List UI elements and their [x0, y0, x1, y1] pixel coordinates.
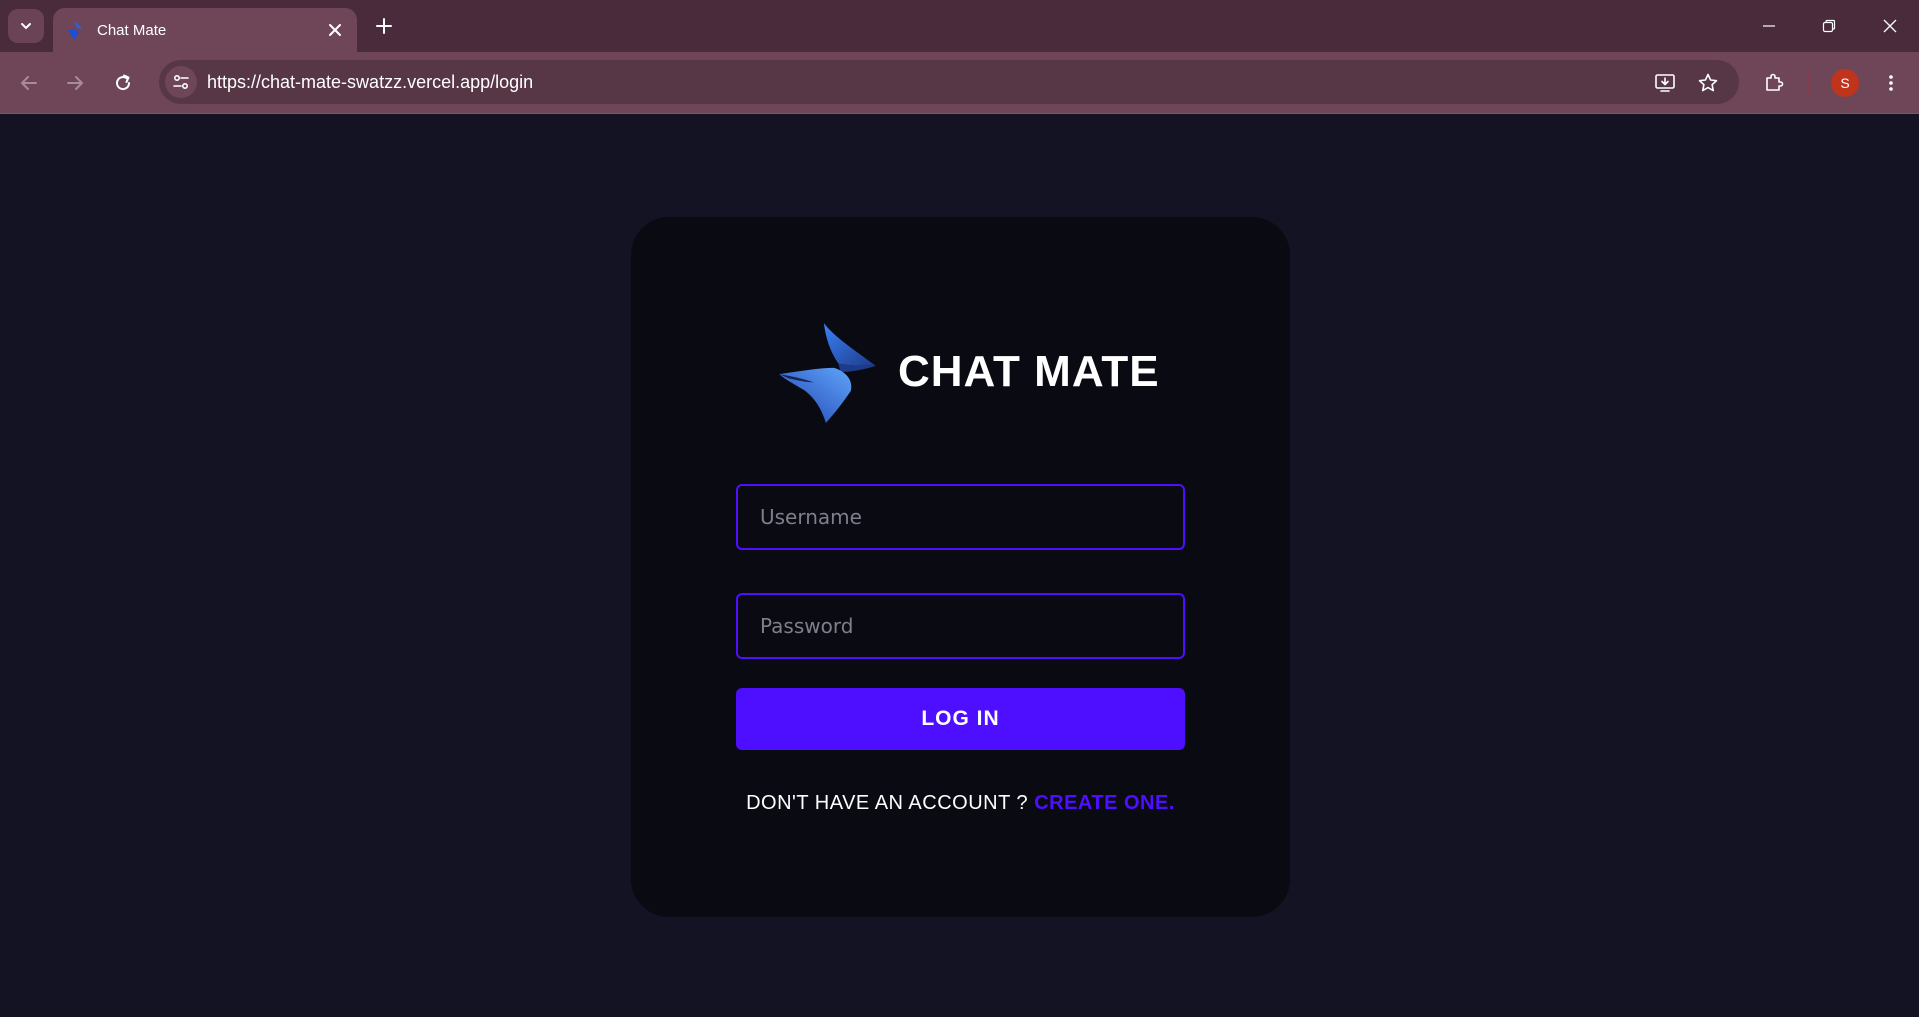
- extensions-icon: [1766, 73, 1784, 91]
- brand: CHAT MATE: [776, 320, 1160, 424]
- install-app-button[interactable]: [1650, 68, 1680, 98]
- minimize-icon: [1763, 25, 1775, 27]
- reload-icon: [116, 74, 131, 91]
- browser-tab-bar: Chat Mate: [0, 0, 1919, 52]
- forward-arrow-icon: [67, 76, 83, 90]
- extensions-button[interactable]: [1756, 65, 1792, 101]
- signup-prompt: DON'T HAVE AN ACCOUNT ? CREATE ONE.: [736, 792, 1185, 815]
- star-icon: [1698, 73, 1718, 92]
- browser-menu-button[interactable]: [1873, 65, 1909, 101]
- restore-button[interactable]: [1807, 10, 1851, 42]
- toolbar-divider: [1808, 72, 1810, 94]
- reload-button[interactable]: [105, 65, 141, 101]
- chevron-down-icon: [21, 23, 31, 30]
- brand-name: CHAT MATE: [898, 347, 1160, 396]
- back-arrow-icon: [21, 76, 37, 90]
- close-tab-button[interactable]: [325, 20, 345, 40]
- browser-tab-active[interactable]: Chat Mate: [53, 8, 357, 52]
- username-input[interactable]: [736, 484, 1185, 550]
- tab-list-button[interactable]: [8, 9, 44, 43]
- url-text[interactable]: https://chat-mate-swatzz.vercel.app/logi…: [207, 72, 533, 93]
- login-card: CHAT MATE LOG IN DON'T HAVE AN ACCOUNT ?…: [631, 217, 1290, 917]
- browser-toolbar: https://chat-mate-swatzz.vercel.app/logi…: [0, 52, 1919, 114]
- restore-icon: [1822, 19, 1836, 33]
- plus-icon: [376, 18, 392, 34]
- close-icon: [329, 24, 341, 36]
- install-app-icon: [1655, 74, 1675, 92]
- chat-mate-logo-icon: [776, 320, 880, 424]
- signup-prompt-text: DON'T HAVE AN ACCOUNT ?: [746, 792, 1035, 814]
- address-bar[interactable]: https://chat-mate-swatzz.vercel.app/logi…: [159, 60, 1739, 104]
- profile-avatar[interactable]: S: [1831, 69, 1859, 97]
- more-vert-icon: [1889, 75, 1893, 91]
- close-window-button[interactable]: [1868, 10, 1912, 42]
- create-account-link[interactable]: CREATE ONE.: [1034, 792, 1175, 814]
- minimize-button[interactable]: [1747, 10, 1791, 42]
- bookmark-button[interactable]: [1693, 68, 1723, 98]
- back-button[interactable]: [11, 65, 47, 101]
- login-button[interactable]: LOG IN: [736, 688, 1185, 750]
- forward-button[interactable]: [57, 65, 93, 101]
- new-tab-button[interactable]: [370, 12, 398, 40]
- close-icon: [1883, 19, 1897, 33]
- tab-title: Chat Mate: [97, 21, 167, 39]
- site-info-icon: [173, 74, 189, 90]
- password-input[interactable]: [736, 593, 1185, 659]
- chat-mate-favicon-icon: [65, 20, 85, 40]
- site-info-button[interactable]: [165, 66, 197, 98]
- page-background: CHAT MATE LOG IN DON'T HAVE AN ACCOUNT ?…: [0, 115, 1919, 1017]
